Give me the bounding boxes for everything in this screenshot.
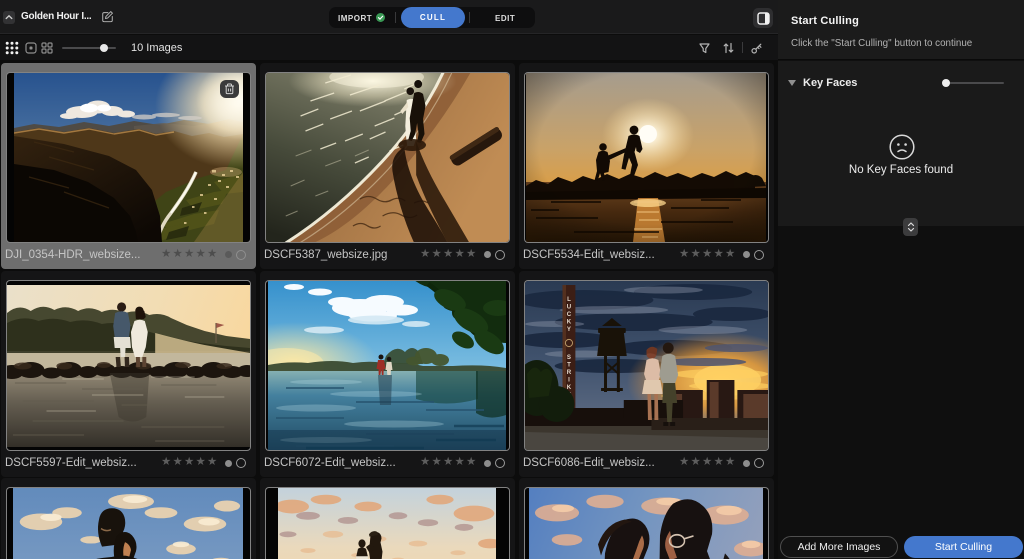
svg-text:R: R <box>566 368 571 375</box>
svg-text:U: U <box>566 303 571 310</box>
svg-text:S: S <box>566 353 570 360</box>
svg-text:Y: Y <box>566 325 570 332</box>
svg-text:K: K <box>566 318 571 325</box>
svg-text:T: T <box>567 361 571 368</box>
svg-text:L: L <box>567 295 571 302</box>
svg-text:C: C <box>566 310 571 317</box>
svg-text:I: I <box>568 376 570 383</box>
